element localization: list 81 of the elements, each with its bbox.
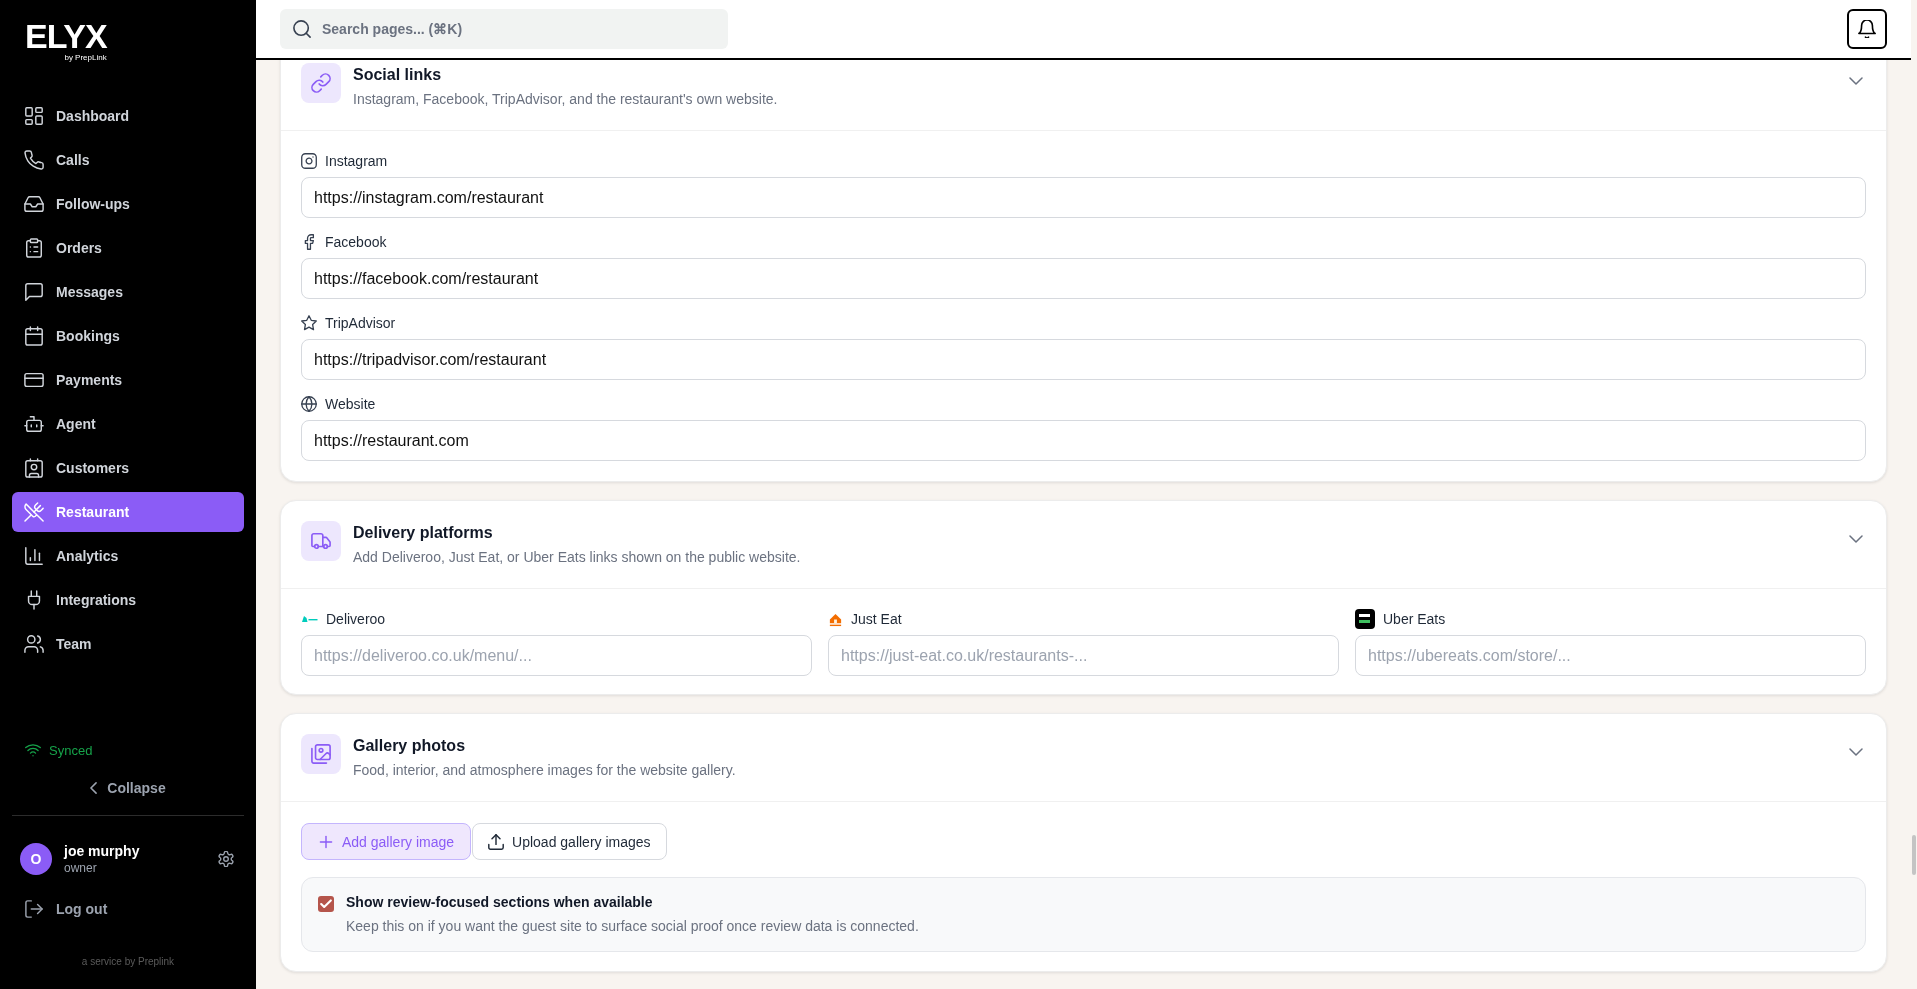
avatar: O: [20, 843, 52, 875]
nav-item[interactable]: Dashboard: [12, 96, 244, 136]
search-field[interactable]: Search pages... (⌘K): [280, 9, 728, 49]
phone-icon: [24, 150, 44, 170]
nav-item[interactable]: Analytics: [12, 536, 244, 576]
robot-icon: [24, 414, 44, 434]
url-input[interactable]: https://facebook.com/restaurant: [301, 258, 1866, 299]
url-input[interactable]: https://deliveroo.co.uk/menu/...: [301, 635, 812, 676]
upload-images-button[interactable]: Upload gallery images: [472, 823, 667, 860]
plus-icon: [318, 833, 334, 850]
section-description: Instagram, Facebook, TripAdvisor, and the restaurant's own website.: [353, 90, 778, 109]
grid-icon: [24, 106, 44, 126]
bell-icon: [1858, 20, 1876, 38]
field-label: TripAdvisor: [325, 314, 396, 333]
section-title: Gallery photos: [353, 736, 467, 756]
scrollbar-thumb[interactable]: [1912, 835, 1916, 875]
user-role: owner: [64, 860, 98, 876]
logo-tagline: by PrepLink: [64, 53, 107, 63]
bar-chart-icon: [24, 546, 44, 566]
nav-item[interactable]: Bookings: [12, 316, 244, 356]
inbox-tray-icon: [24, 194, 44, 214]
url-input[interactable]: https://ubereats.com/store/...: [1355, 635, 1866, 676]
chat-bubble-icon: [24, 282, 44, 302]
people-icon: [24, 634, 44, 654]
user-name: joe murphy: [64, 842, 140, 860]
option-help: Keep this on if you want the guest site to surface social proof once review data is connected.: [346, 917, 919, 936]
calendar-icon: [24, 326, 44, 346]
app-logo-icon: [1355, 609, 1375, 629]
nav-item[interactable]: Team: [12, 624, 244, 664]
logo-wordmark: ELYX: [25, 22, 107, 50]
nav-item[interactable]: Payments: [12, 360, 244, 400]
url-input[interactable]: https://just-eat.co.uk/restaurants-...: [828, 635, 1339, 676]
globe-icon: [301, 396, 317, 412]
nav-item[interactable]: Integrations: [12, 580, 244, 620]
url-input[interactable]: https://instagram.com/restaurant: [301, 177, 1866, 218]
clipboard-icon: [24, 238, 44, 258]
sync-status: Synced: [49, 742, 93, 760]
nav-item[interactable]: Customers: [12, 448, 244, 488]
collapse-button[interactable]: Collapse: [90, 772, 166, 804]
star-icon: [301, 315, 317, 331]
nav-item[interactable]: Agent: [12, 404, 244, 444]
section-title: Social links: [353, 65, 443, 85]
section-description: Add Deliveroo, Just Eat, or Uber Eats links shown on the public website.: [353, 548, 801, 567]
search-icon: [293, 20, 311, 38]
person-card-icon: [24, 458, 44, 478]
nav-item[interactable]: Follow-ups: [12, 184, 244, 224]
camera-square-icon: [301, 153, 317, 169]
logout-button[interactable]: Log out: [0, 891, 108, 927]
nav-item[interactable]: Orders: [12, 228, 244, 268]
notifications-button[interactable]: [1847, 9, 1887, 49]
crossed-utensils-icon: [24, 502, 44, 522]
option-label: Show review-focused sections when available: [346, 893, 654, 912]
stacked-images-icon: [301, 734, 341, 774]
url-input[interactable]: https://tripadvisor.com/restaurant: [301, 339, 1866, 380]
checkbox[interactable]: [318, 896, 334, 912]
nav-item[interactable]: Calls: [12, 140, 244, 180]
chevron-down-icon[interactable]: [1849, 77, 1863, 85]
field-label: Instagram: [325, 152, 388, 171]
nav-item[interactable]: Messages: [12, 272, 244, 312]
field-label: Uber Eats: [1383, 610, 1446, 629]
wifi-icon: [25, 743, 41, 759]
house-logo-icon: [828, 611, 843, 627]
add-image-button[interactable]: Add gallery image: [301, 823, 472, 860]
field-label: Facebook: [325, 233, 387, 252]
chevron-down-icon[interactable]: [1849, 748, 1863, 756]
link-icon: [301, 63, 341, 103]
section-title: Delivery platforms: [353, 523, 494, 543]
settings-icon[interactable]: [218, 851, 234, 867]
section-description: Food, interior, and atmosphere images for the website gallery.: [353, 761, 736, 780]
small-logo-icon: [301, 615, 318, 623]
credit-card-icon: [24, 370, 44, 390]
url-input[interactable]: https://restaurant.com: [301, 420, 1866, 461]
nav-item[interactable]: Restaurant: [12, 492, 244, 532]
chevron-down-icon[interactable]: [1849, 535, 1863, 543]
chevron-left-icon: [90, 782, 98, 794]
truck-icon: [301, 521, 341, 561]
upload-icon: [488, 833, 505, 850]
field-label: Website: [325, 395, 376, 414]
footer-note: a service by Preplink: [81, 955, 175, 969]
field-label: Just Eat: [851, 610, 902, 629]
field-label: Deliveroo: [326, 610, 386, 629]
